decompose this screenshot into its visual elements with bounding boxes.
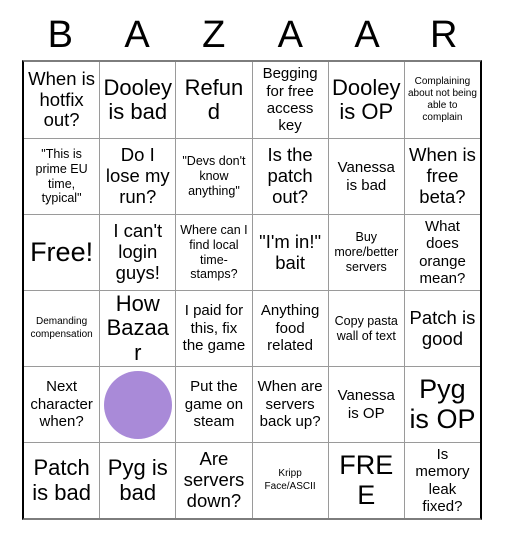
bingo-cell-label: Where can I find local time-stamps? xyxy=(180,223,248,282)
bingo-cell-label: Demanding compensation xyxy=(30,316,93,340)
bingo-cell-label: When is free beta? xyxy=(409,144,476,207)
bingo-cell[interactable]: Where can I find local time-stamps? xyxy=(175,214,252,290)
bingo-cell-label: Vanessa is bad xyxy=(337,159,395,194)
bingo-cell[interactable]: Patch is good xyxy=(403,290,481,366)
bingo-cell[interactable]: Pyg is OP xyxy=(403,366,481,442)
bingo-row: Free! I can't login guys! Where can I find… xyxy=(24,214,481,290)
bingo-cell-label: Vanessa is OP xyxy=(337,387,395,422)
bingo-row: When is hotfix out? Dooley is bad Refund Be… xyxy=(24,62,480,138)
bingo-cell-label: Dooley is bad xyxy=(103,74,172,124)
bingo-cell[interactable]: Complaining about not being able to comp… xyxy=(403,62,480,138)
bingo-cell-label: Pyg is OP xyxy=(409,374,476,434)
bingo-cell-label: Anything food related xyxy=(260,302,320,355)
bingo-cell-label: Is memory leak fixed? xyxy=(415,445,470,515)
bingo-cell-label: When is hotfix out? xyxy=(28,67,95,131)
bingo-cell-label: Free! xyxy=(30,236,94,267)
bingo-cell[interactable]: I paid for this, fix the game xyxy=(175,290,252,366)
bingo-header-letter: A xyxy=(354,14,380,56)
bingo-cell[interactable]: Put the game on steam xyxy=(175,366,252,442)
bingo-cell[interactable]: When is free beta? xyxy=(403,138,481,214)
bingo-cell-label: Copy pasta wall of text xyxy=(334,313,398,343)
bingo-cell[interactable]: When is hotfix out? xyxy=(24,62,99,138)
bingo-cell[interactable]: Vanessa is bad xyxy=(327,138,404,214)
bingo-cell[interactable]: Refund xyxy=(175,62,251,138)
bingo-cell[interactable]: Do I lose my run? xyxy=(99,138,176,214)
bingo-cell-label: Pyg is bad xyxy=(107,455,168,505)
bingo-cell[interactable]: Demanding compensation xyxy=(24,290,100,366)
bingo-cell-label: When are servers back up? xyxy=(257,378,323,431)
bingo-header-letter: B xyxy=(47,14,74,56)
bingo-cell[interactable]: "This is prime EU time, typical" xyxy=(24,138,100,214)
bingo-header-letter: A xyxy=(277,14,304,56)
bingo-cell-label: Buy more/better servers xyxy=(334,230,399,274)
bingo-cell-label: "Devs don't know anything" xyxy=(182,154,246,198)
bingo-cell-label: Patch is bad xyxy=(32,455,91,505)
bingo-cell-label: How Bazaar xyxy=(106,291,169,365)
bingo-cell[interactable]: I can't login guys! xyxy=(99,214,176,290)
bingo-cell-label: What does orange mean? xyxy=(419,217,466,287)
bingo-cell[interactable]: Are servers down? xyxy=(175,442,252,518)
bingo-cell[interactable]: Vanessa is OP xyxy=(327,366,404,442)
bingo-cell-label: "I'm in!" bait xyxy=(259,230,322,273)
bingo-cell[interactable]: Begging for free access key xyxy=(251,62,328,138)
bingo-row: Next character when? Put the game on stea… xyxy=(24,366,481,442)
bingo-cell-label: Refund xyxy=(184,74,244,124)
bingo-cell[interactable]: Patch is bad xyxy=(24,442,100,518)
bingo-cell[interactable]: Next character when? xyxy=(24,366,100,442)
bingo-cell[interactable]: How Bazaar xyxy=(99,290,176,366)
bingo-cell-label: Begging for free access key xyxy=(262,65,318,135)
bingo-cell-label: Do I lose my run? xyxy=(105,144,170,207)
bingo-cell[interactable]: Is the patch out? xyxy=(251,138,328,214)
bingo-cell[interactable]: Kripp Face/ASCII xyxy=(251,442,328,518)
bingo-cell[interactable]: When are servers back up? xyxy=(251,366,328,442)
bingo-header-letter: A xyxy=(124,14,150,56)
bingo-cell[interactable]: Buy more/better servers xyxy=(327,214,404,290)
bingo-cell-label: I paid for this, fix the game xyxy=(182,302,246,355)
bingo-cell[interactable]: "Devs don't know anything" xyxy=(175,138,252,214)
bingo-cell-label: Dooley is OP xyxy=(332,74,401,124)
bingo-cell[interactable]: Dooley is bad xyxy=(99,62,175,138)
bingo-cell-label: Kripp Face/ASCII xyxy=(264,468,316,492)
bingo-cell-label: Next character when? xyxy=(30,378,93,431)
bingo-daub-marker xyxy=(103,370,172,439)
bingo-header-row: B A Z A A R xyxy=(22,10,482,60)
bingo-cell[interactable]: FREE xyxy=(327,442,404,518)
bingo-cell[interactable]: Anything food related xyxy=(251,290,328,366)
bingo-row: "This is prime EU time, typical" Do I los… xyxy=(24,138,481,214)
bingo-cell-label: Complaining about not being able to comp… xyxy=(407,75,477,124)
bingo-card: B A Z A A R When is hotfix out? Dooley is… xyxy=(22,10,482,520)
bingo-cell[interactable]: Copy pasta wall of text xyxy=(327,290,404,366)
bingo-grid: When is hotfix out? Dooley is bad Refund Be… xyxy=(22,60,482,520)
bingo-cell[interactable]: Pyg is bad xyxy=(99,442,176,518)
bingo-cell-label: Are servers down? xyxy=(183,448,245,511)
bingo-cell[interactable]: Dooley is OP xyxy=(327,62,404,138)
bingo-cell-label: Put the game on steam xyxy=(184,378,244,431)
bingo-cell[interactable]: What does orange mean? xyxy=(403,214,481,290)
bingo-cell-label: FREE xyxy=(339,450,394,510)
bingo-cell-label: Is the patch out? xyxy=(267,144,313,207)
bingo-row: Demanding compensation How Bazaar I paid f… xyxy=(24,290,481,366)
bingo-cell-label: "This is prime EU time, typical" xyxy=(35,147,88,206)
bingo-cell-label: Patch is good xyxy=(409,306,476,349)
bingo-row: Patch is bad Pyg is bad Are servers down? K… xyxy=(24,442,481,518)
bingo-header-letter: R xyxy=(429,14,458,56)
bingo-cell-label: I can't login guys! xyxy=(113,220,163,283)
bingo-cell[interactable]: Is memory leak fixed? xyxy=(403,442,481,518)
bingo-cell[interactable]: Put the game on steam xyxy=(99,366,176,442)
bingo-header-letter: Z xyxy=(202,14,226,56)
bingo-cell[interactable]: Free! xyxy=(24,214,100,290)
bingo-cell[interactable]: "I'm in!" bait xyxy=(251,214,328,290)
